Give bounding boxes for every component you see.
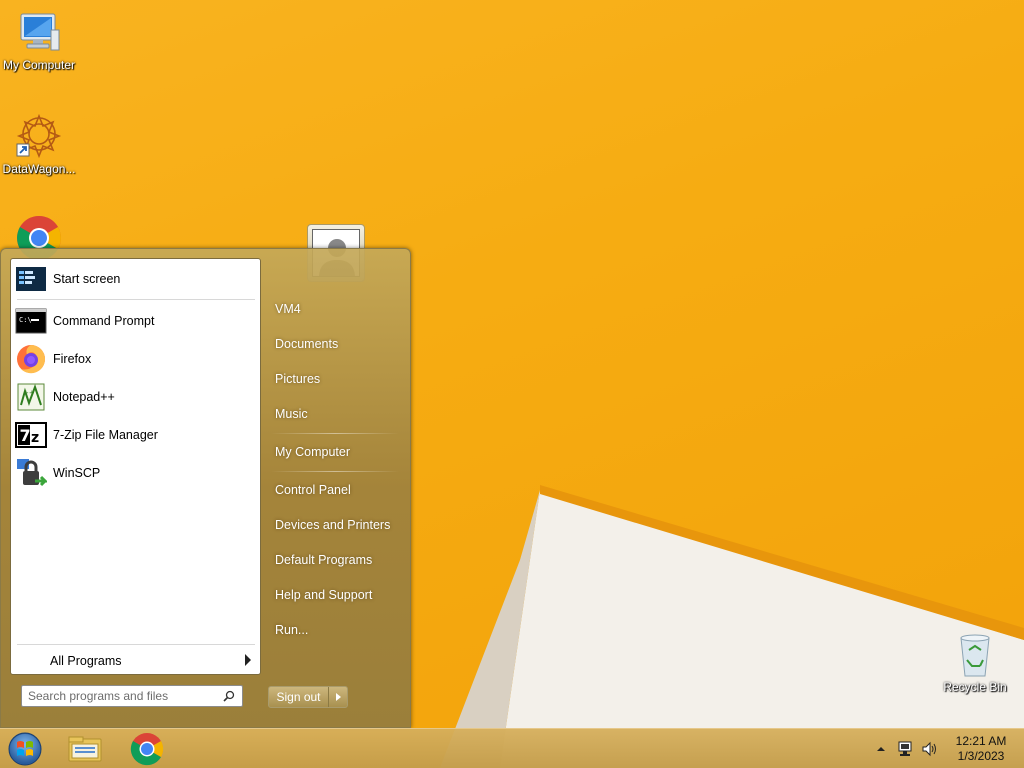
svg-text:C:\: C:\	[19, 316, 32, 324]
right-item-label: Control Panel	[275, 483, 351, 497]
right-item-help-and-support[interactable]: Help and Support	[268, 580, 400, 610]
desktop-icon-label: Recycle Bin	[943, 680, 1007, 694]
right-item-default-programs[interactable]: Default Programs	[268, 545, 400, 575]
datawagon-icon	[15, 112, 63, 160]
separator	[17, 644, 255, 645]
program-label: Command Prompt	[53, 314, 155, 328]
taskbar-chrome-button[interactable]	[125, 731, 169, 767]
program-label: Start screen	[53, 272, 121, 286]
right-item-label: VM4	[275, 302, 301, 316]
file-explorer-icon	[68, 736, 102, 762]
all-programs-label: All Programs	[50, 654, 122, 668]
taskbar-file-explorer-button[interactable]	[63, 731, 107, 767]
clock-date: 1/3/2023	[957, 749, 1005, 763]
right-item-label: Documents	[275, 337, 339, 351]
right-item-devices-and-printers[interactable]: Devices and Printers	[268, 510, 400, 540]
desktop-icon-datawagon[interactable]: DataWagon...	[0, 112, 78, 176]
right-item-music[interactable]: Music	[268, 399, 400, 429]
svg-text:++: ++	[23, 389, 35, 397]
desktop-icon-label: My Computer	[2, 58, 76, 72]
desktop-icon-recycle-bin[interactable]: Recycle Bin	[936, 630, 1014, 694]
chevron-up-icon[interactable]	[876, 745, 886, 753]
chrome-icon	[130, 733, 164, 766]
programs-pane: Start screen C:\ Command Prompt Firefox …	[10, 258, 261, 675]
program-label: 7-Zip File Manager	[53, 428, 158, 442]
chevron-right-icon	[245, 654, 251, 666]
clock-time: 12:21 AM	[955, 734, 1007, 748]
desktop-icon-my-computer[interactable]: My Computer	[0, 8, 78, 72]
desktop-icon-label: DataWagon...	[2, 162, 76, 176]
shutdown-options-arrow-icon[interactable]	[329, 687, 347, 707]
program-winscp[interactable]: WinSCP	[14, 456, 257, 490]
command-prompt-icon: C:\	[15, 305, 47, 337]
right-item-documents[interactable]: Documents	[268, 329, 400, 359]
winscp-icon	[15, 457, 49, 489]
program-label: WinSCP	[53, 466, 101, 480]
taskbar: 12:21 AM 1/3/2023	[0, 728, 1024, 768]
program-label: Notepad++	[53, 390, 115, 404]
sign-out-button[interactable]: Sign out	[268, 686, 348, 708]
program-firefox[interactable]: Firefox	[14, 342, 257, 376]
svg-text:7: 7	[20, 426, 31, 445]
svg-text:z: z	[31, 430, 39, 446]
network-icon[interactable]	[897, 740, 915, 758]
right-item-label: My Computer	[275, 445, 351, 459]
computer-icon	[15, 8, 63, 56]
program-label: Firefox	[53, 352, 92, 366]
program-7zip[interactable]: 7 z 7-Zip File Manager	[14, 418, 257, 452]
start-search-box[interactable]	[21, 685, 243, 707]
right-item-label: Help and Support	[275, 588, 373, 602]
start-orb-button[interactable]	[6, 731, 44, 767]
firefox-icon	[15, 343, 47, 375]
recycle-bin-icon	[951, 630, 999, 678]
separator	[271, 471, 399, 472]
search-icon	[223, 690, 235, 702]
right-item-label: Run...	[275, 623, 309, 637]
search-input[interactable]	[28, 689, 218, 703]
start-screen-icon	[15, 263, 47, 295]
sign-out-label: Sign out	[269, 687, 329, 707]
separator	[271, 433, 399, 434]
right-item-vm4[interactable]: VM4	[268, 294, 400, 324]
start-menu: Start screen C:\ Command Prompt Firefox …	[0, 248, 411, 728]
program-start-screen[interactable]: Start screen	[14, 262, 257, 296]
system-clock[interactable]: 12:21 AM 1/3/2023	[950, 734, 1012, 764]
all-programs-button[interactable]: All Programs	[14, 650, 257, 672]
right-item-label: Music	[275, 407, 308, 421]
separator	[17, 299, 255, 300]
notepadpp-icon: ++	[15, 381, 47, 413]
right-item-my-computer[interactable]: My Computer	[268, 437, 400, 467]
program-notepadpp[interactable]: ++ Notepad++	[14, 380, 257, 414]
right-item-run[interactable]: Run...	[268, 615, 400, 645]
start-orb-icon	[8, 732, 42, 766]
volume-icon[interactable]	[921, 740, 939, 758]
right-item-control-panel[interactable]: Control Panel	[268, 475, 400, 505]
right-item-label: Default Programs	[275, 553, 373, 567]
right-item-pictures[interactable]: Pictures	[268, 364, 400, 394]
7zip-icon: 7 z	[15, 419, 47, 451]
right-item-label: Pictures	[275, 372, 321, 386]
program-command-prompt[interactable]: C:\ Command Prompt	[14, 304, 257, 338]
right-item-label: Devices and Printers	[275, 518, 391, 532]
